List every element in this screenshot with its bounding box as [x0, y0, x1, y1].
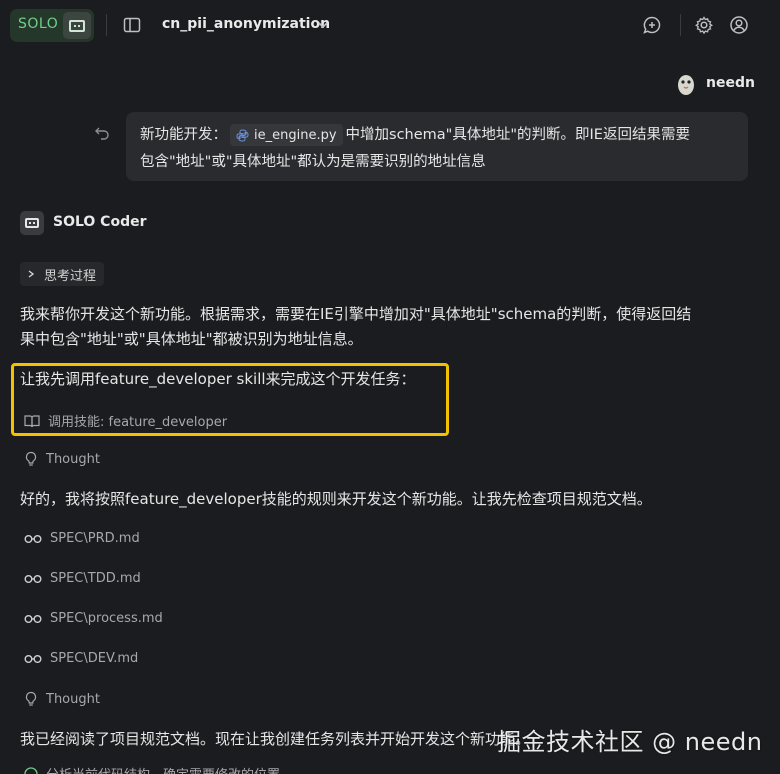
undo-icon[interactable] [94, 124, 110, 140]
file-path: SPEC\DEV.md [50, 651, 139, 666]
chevron-down-icon[interactable] [316, 18, 330, 32]
robot-icon [63, 12, 91, 39]
file-path: SPEC\TDD.md [50, 571, 141, 586]
file-name: ie_engine.py [254, 127, 337, 143]
task-label: 分析当前代码结构，确定需要修改的位置 [46, 764, 280, 774]
check-circle-icon [24, 766, 38, 774]
paragraph-line: 果中包含"地址"或"具体地址"都被识别为地址信息。 [20, 330, 363, 348]
thought-label: Thought [46, 451, 100, 467]
thought-toggle[interactable]: Thought [24, 451, 100, 467]
sidebar-toggle-icon[interactable] [123, 16, 141, 34]
python-icon [236, 128, 249, 142]
thought-toggle[interactable]: Thought [24, 691, 100, 707]
brand-logo[interactable]: SOLO [10, 9, 94, 42]
avatar [675, 72, 697, 96]
gear-icon[interactable] [694, 15, 714, 35]
user-message: 新功能开发： ie_engine.py 中增加schema"具体地址"的判断。即IE… [126, 112, 748, 181]
assistant-name: SOLO Coder [53, 214, 147, 230]
account-icon[interactable] [729, 15, 749, 35]
lightbulb-icon [25, 451, 37, 466]
glasses-icon [24, 654, 42, 663]
watermark: 掘金技术社区 @ needn [497, 728, 763, 756]
file-read-item[interactable]: SPEC\TDD.md [24, 571, 141, 586]
glasses-icon [24, 534, 42, 543]
file-read-item[interactable]: SPEC\DEV.md [24, 651, 138, 666]
chevron-right-icon [28, 270, 35, 278]
message-line: 包含"地址"或"具体地址"都认为是需要识别的地址信息 [140, 154, 486, 170]
task-item[interactable]: 分析当前代码结构，确定需要修改的位置 [24, 764, 280, 774]
assistant-paragraph: 我来帮你开发这个新功能。根据需求，需要在IE引擎中增加对"具体地址"schema… [20, 302, 745, 352]
thought-label: Thought [46, 691, 100, 707]
file-chip[interactable]: ie_engine.py [230, 124, 343, 146]
file-path: SPEC\process.md [50, 611, 163, 626]
app-window: SOLO cn_pii_anonymization needn 新功能开发： i… [0, 0, 780, 774]
skill-call-label: 调用技能: feature_developer [48, 415, 228, 430]
book-icon [24, 414, 40, 427]
message-text: 新功能开发： [140, 127, 227, 143]
file-read-item[interactable]: SPEC\process.md [24, 611, 163, 626]
thinking-label: 思考过程 [44, 268, 97, 284]
message-line: 新功能开发： ie_engine.py 中增加schema"具体地址"的判断。即IE… [140, 123, 690, 146]
top-bar: SOLO cn_pii_anonymization [0, 0, 780, 52]
divider [680, 14, 681, 36]
brand-text: SOLO [18, 16, 59, 32]
skill-call[interactable]: 调用技能: feature_developer [24, 411, 227, 430]
robot-icon [20, 211, 44, 235]
paragraph-line: 我来帮你开发这个新功能。根据需求，需要在IE引擎中增加对"具体地址"schema… [20, 305, 692, 323]
user-name: needn [706, 75, 755, 91]
file-path: SPEC\PRD.md [50, 531, 140, 546]
lightbulb-icon [25, 691, 37, 706]
file-read-item[interactable]: SPEC\PRD.md [24, 531, 140, 546]
new-chat-icon[interactable] [642, 15, 662, 35]
glasses-icon [24, 574, 42, 583]
glasses-icon [24, 614, 42, 623]
message-text: 中增加schema"具体地址"的判断。即IE返回结果需要 [345, 127, 690, 143]
thinking-toggle[interactable]: 思考过程 [20, 262, 105, 286]
divider [106, 14, 107, 36]
assistant-paragraph: 好的，我将按照feature_developer技能的规则来开发这个新功能。让我… [20, 490, 652, 508]
project-name[interactable]: cn_pii_anonymization [162, 16, 330, 32]
